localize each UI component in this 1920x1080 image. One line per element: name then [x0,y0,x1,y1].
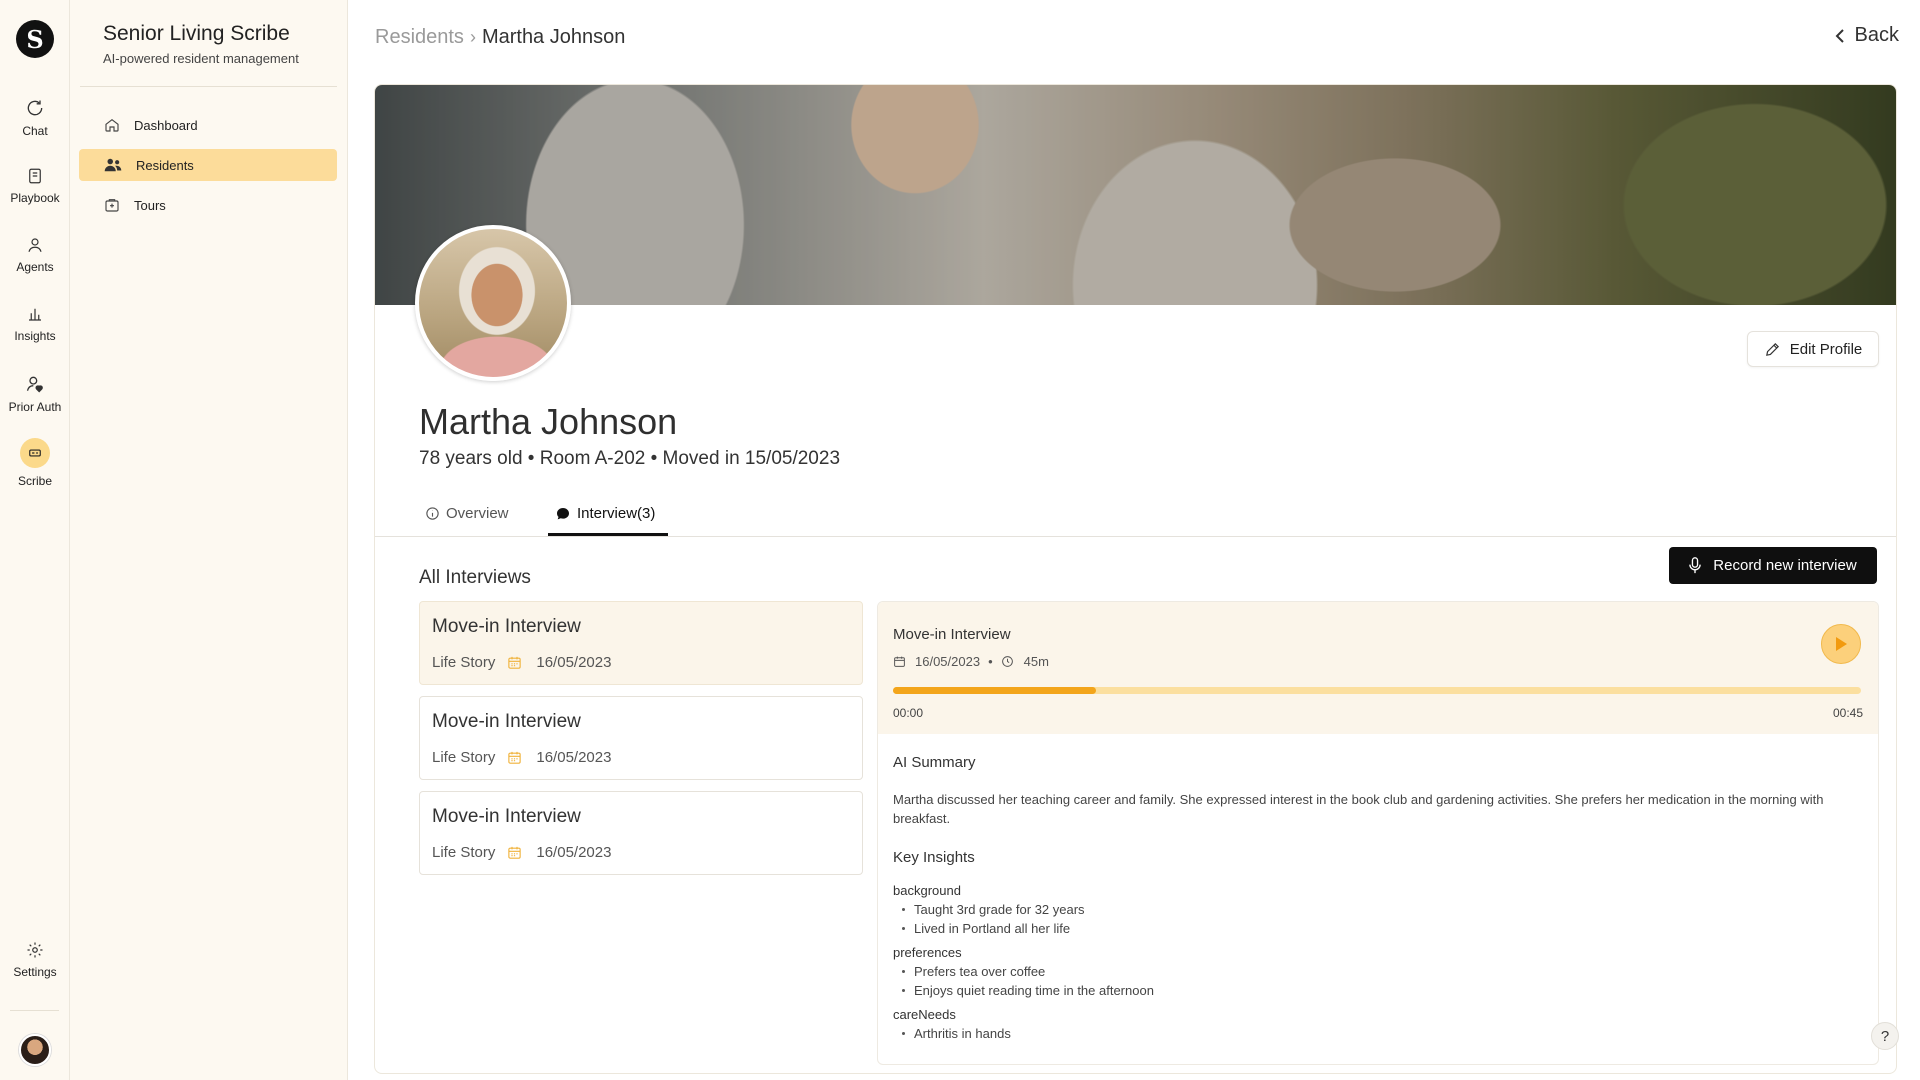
detail-date: 16/05/2023 [915,654,981,669]
rail-item-scribe[interactable]: Scribe [0,438,70,488]
insight-group-preferences: preferences Prefers tea over coffee Enjo… [893,945,1154,1000]
insight-group-label: background [893,883,961,898]
ai-summary-heading: AI Summary [893,754,976,771]
interview-date: 16/05/2023 [536,654,612,671]
app-title: Senior Living Scribe [103,22,290,45]
sidebar-divider [80,86,337,87]
cover-photo [375,85,1896,305]
rail-item-playbook[interactable]: Playbook [0,167,70,205]
rail-item-insights[interactable]: Insights [0,305,70,343]
chat-icon [27,100,43,116]
resident-name: Martha Johnson [419,401,678,442]
help-button[interactable]: ? [1871,1022,1899,1050]
interview-list-item[interactable]: Move-in Interview Life Story 16/05/2023 [419,601,863,685]
breadcrumb: Residents › Martha Johnson [375,26,625,49]
record-new-interview-button[interactable]: Record new interview [1669,547,1877,584]
interview-category: Life Story [432,749,496,766]
interview-title: Move-in Interview [432,806,581,827]
playback-progress-bar[interactable] [893,687,1861,694]
play-button[interactable] [1821,624,1861,664]
icon-rail: S Chat Playbook Agents Insights Prior Au… [0,0,70,1080]
insight-item: Lived in Portland all her life [893,919,1085,938]
rail-item-agents[interactable]: Agents [0,236,70,274]
detail-title: Move-in Interview [893,626,1011,643]
scribe-icon [29,449,41,457]
insight-group-label: careNeeds [893,1007,956,1022]
audio-player: Move-in Interview 16/05/2023 • 45m 00:00… [878,602,1878,734]
interview-detail-panel: Move-in Interview 16/05/2023 • 45m 00:00… [877,601,1879,1065]
calendar-icon [508,656,522,669]
calendar-icon [508,846,522,859]
playbook-icon [29,168,41,184]
info-icon [426,507,439,520]
insight-item: Arthritis in hands [893,1024,1011,1043]
app-subtitle: AI-powered resident management [103,51,299,66]
time-total: 00:45 [1832,706,1863,720]
tab-interview[interactable]: Interview(3) [555,505,655,522]
play-icon [1836,637,1847,651]
interview-date: 16/05/2023 [536,844,612,861]
rail-item-prior-auth[interactable]: Prior Auth [0,374,70,414]
interview-category: Life Story [432,844,496,861]
resident-avatar [415,225,571,381]
interview-date: 16/05/2023 [536,749,612,766]
all-interviews-heading: All Interviews [419,567,531,588]
key-insights-heading: Key Insights [893,849,975,866]
breadcrumb-residents[interactable]: Residents [375,26,464,49]
tours-icon [105,199,119,212]
sidebar-item-tours[interactable]: Tours [79,189,337,221]
scribe-active-indicator [20,438,50,468]
pencil-icon [1765,342,1779,356]
home-icon [105,118,119,132]
interview-category: Life Story [432,654,496,671]
main-content: Residents › Martha Johnson Back Edit Pro… [348,0,1920,1080]
chat-bubble-icon [557,507,569,519]
sidebar-item-residents[interactable]: Residents [79,149,337,181]
interview-list-item[interactable]: Move-in Interview Life Story 16/05/2023 [419,696,863,780]
insight-item: Prefers tea over coffee [893,962,1154,981]
profile-tabs: Overview Interview(3) [375,493,1896,537]
active-tab-indicator [548,533,668,536]
interview-title: Move-in Interview [432,711,581,732]
microphone-icon [1689,557,1702,574]
time-elapsed: 00:00 [893,706,924,720]
detail-duration: 45m [1023,654,1049,669]
insight-group-label: preferences [893,945,962,960]
interview-title: Move-in Interview [432,616,581,637]
back-button[interactable]: Back [1835,24,1899,47]
sidebar-item-dashboard[interactable]: Dashboard [79,109,337,141]
chevron-right-icon: › [469,27,476,47]
agents-icon [28,238,42,252]
sidebar: Senior Living Scribe AI-powered resident… [70,0,348,1080]
calendar-icon [508,751,522,764]
insight-item: Taught 3rd grade for 32 years [893,900,1085,919]
ai-summary-text: Martha discussed her teaching career and… [893,792,1824,826]
insight-group-careneeds: careNeeds Arthritis in hands [893,1007,1011,1043]
insights-icon [29,308,41,321]
calendar-icon [894,656,905,667]
clock-icon [1001,656,1013,667]
resident-meta: 78 years old • Room A-202 • Moved in 15/… [419,448,841,469]
edit-profile-button[interactable]: Edit Profile [1747,331,1879,367]
playback-progress-fill [893,687,1097,694]
rail-item-chat[interactable]: Chat [0,98,70,138]
app-logo[interactable]: S [16,20,54,58]
chevron-left-icon [1835,28,1844,43]
prior-auth-icon [26,376,43,393]
rail-divider [10,1010,59,1011]
user-avatar[interactable] [19,1034,51,1066]
gear-icon [27,942,43,958]
interview-list-item[interactable]: Move-in Interview Life Story 16/05/2023 [419,791,863,875]
tab-overview[interactable]: Overview [425,505,509,522]
insight-group-background: background Taught 3rd grade for 32 years… [893,883,1085,938]
rail-item-settings[interactable]: Settings [0,941,70,979]
breadcrumb-current: Martha Johnson [481,26,626,48]
users-icon [104,158,122,172]
resident-profile-card: Edit Profile Martha Johnson 78 years old… [374,84,1897,1074]
insight-item: Enjoys quiet reading time in the afterno… [893,981,1154,1000]
